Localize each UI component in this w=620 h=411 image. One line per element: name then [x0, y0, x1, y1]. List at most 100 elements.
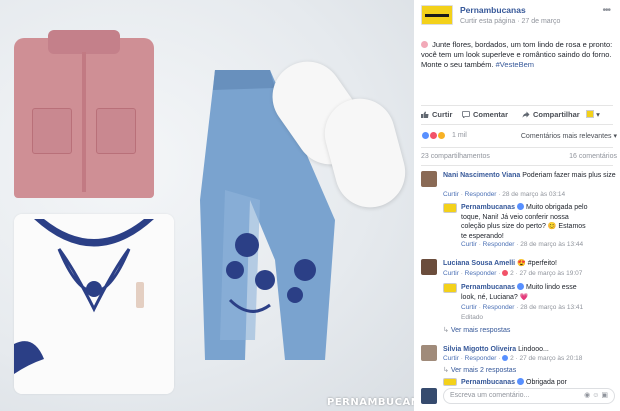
- comment-date[interactable]: 27 de março às 19:07: [519, 270, 582, 277]
- comment-reply-link[interactable]: Responder: [483, 241, 515, 248]
- reply-item: Pernambucanas Obrigada por: [421, 378, 617, 386]
- comment-author[interactable]: Luciana Sousa Amelli: [443, 260, 515, 267]
- shirt-placket: [82, 52, 86, 192]
- brand-watermark: PERNAMBUCANAS: [327, 397, 414, 408]
- share-count[interactable]: 23 compartilhamentos: [421, 153, 490, 160]
- comment-reply-link[interactable]: Responder: [465, 355, 497, 362]
- wow-reaction-icon: [437, 131, 446, 140]
- comment-author[interactable]: Pernambucanas: [461, 284, 515, 291]
- reply-arrow-icon: ↳: [443, 327, 449, 334]
- post-photo[interactable]: PERNAMBUCANAS: [0, 0, 414, 411]
- comment-meta: Curtir · Responder · 28 de março às 13:4…: [461, 304, 584, 311]
- shirt-pocket-left: [32, 108, 72, 154]
- view-more-replies-link[interactable]: ↳ Ver mais 2 respostas: [443, 366, 516, 374]
- comment-meta: Curtir · Responder · 28 de março às 13:4…: [461, 241, 584, 248]
- shirt-collar: [48, 30, 120, 54]
- comment-text: Poderiam fazer mais plus size: [522, 172, 616, 179]
- comment-sort-dropdown[interactable]: Comentários mais relevantes ▾: [521, 132, 617, 140]
- reply-item: Pernambucanas Muito obrigada pelo toque,…: [421, 203, 617, 253]
- comment-item: Silvia Migotto Oliveira Lindooo... Curti…: [421, 345, 617, 367]
- comment-text: 😍 #perfeito!: [517, 260, 557, 267]
- comment-text: Lindooo...: [518, 346, 549, 353]
- post-options-icon[interactable]: •••: [602, 5, 610, 16]
- shirt-pocket-right: [96, 108, 136, 154]
- comment-date[interactable]: 28 de março às 13:44: [520, 241, 583, 248]
- comment-body: Silvia Migotto Oliveira Lindooo...: [443, 345, 617, 355]
- page-avatar-logo[interactable]: [421, 5, 453, 25]
- comment-like-link[interactable]: Curtir: [461, 241, 477, 248]
- avatar[interactable]: [443, 283, 457, 293]
- like-button[interactable]: Curtir: [421, 110, 452, 119]
- share-button[interactable]: Compartilhar: [522, 110, 580, 119]
- comment-count[interactable]: 16 comentários: [569, 153, 617, 160]
- comment-body: Pernambucanas Muito lindo esse look, né,…: [461, 283, 589, 302]
- comment-body: Pernambucanas Obrigada por: [461, 378, 611, 386]
- avatar[interactable]: [421, 259, 437, 275]
- pink-shirt: [14, 30, 154, 198]
- comment-meta: Curtir · Responder · 28 de março às 03:1…: [443, 191, 566, 198]
- comment-reply-link[interactable]: Responder: [465, 191, 497, 198]
- comment-author[interactable]: Pernambucanas: [461, 379, 515, 386]
- reactions-summary[interactable]: 1 mil Comentários mais relevantes ▾: [421, 131, 617, 143]
- like-reaction-icon: [502, 355, 509, 361]
- comment-like-link[interactable]: Curtir: [461, 304, 477, 311]
- comment-author[interactable]: Pernambucanas: [461, 204, 515, 211]
- comment-item: Nani Nascimento Viana Poderiam fazer mai…: [421, 171, 617, 201]
- comment-body: Pernambucanas Muito obrigada pelo toque,…: [461, 203, 589, 241]
- hashtag-link[interactable]: #VesteBem: [496, 60, 534, 69]
- comment-reaction-count[interactable]: 2: [510, 270, 514, 277]
- post-date[interactable]: 27 de março: [522, 18, 561, 25]
- comment-author[interactable]: Nani Nascimento Viana: [443, 172, 520, 179]
- like-page-link[interactable]: Curtir esta página: [460, 18, 515, 25]
- reply-arrow-icon: ↳: [443, 367, 449, 374]
- comment-button[interactable]: Comentar: [462, 110, 508, 119]
- view-more-replies-link[interactable]: ↳ Ver mais respostas: [443, 326, 510, 334]
- avatar[interactable]: [443, 378, 457, 386]
- comment-reply-link[interactable]: Responder: [483, 304, 515, 311]
- comment-body: Nani Nascimento Viana Poderiam fazer mai…: [443, 171, 617, 181]
- comment-reaction-count[interactable]: 2: [510, 355, 514, 362]
- love-reaction-icon: [502, 270, 509, 276]
- write-comment-bar: Escreva um comentário... ◉☺▣: [421, 386, 617, 406]
- avatar[interactable]: [421, 345, 437, 361]
- comment-meta: Curtir · Responder · 2 · 27 de março às …: [443, 270, 583, 277]
- camera-icon[interactable]: ◉: [584, 392, 592, 399]
- post-header: Pernambucanas Curtir esta página · 27 de…: [414, 0, 620, 32]
- post-stats: 23 compartilhamentos 16 comentários: [421, 153, 617, 160]
- comment-body: Luciana Sousa Amelli 😍 #perfeito!: [443, 259, 617, 269]
- comment-date[interactable]: 27 de março às 20:18: [519, 355, 582, 362]
- post-actions: Curtir Comentar Compartilhar ▾: [414, 107, 620, 123]
- share-arrow-icon: [522, 111, 530, 118]
- comment-like-link[interactable]: Curtir: [443, 270, 459, 277]
- comment-reply-link[interactable]: Responder: [465, 270, 497, 277]
- page-name-link[interactable]: Pernambucanas: [460, 5, 526, 15]
- avatar[interactable]: [421, 171, 437, 187]
- comment-input-icons: ◉☺▣: [584, 391, 610, 399]
- verified-badge-icon: [517, 283, 525, 290]
- comment-date[interactable]: 28 de março às 13:41: [520, 304, 583, 311]
- thumbs-up-icon: [421, 111, 429, 118]
- avatar: [421, 388, 437, 404]
- divider: [421, 165, 613, 166]
- avatar[interactable]: [443, 203, 457, 213]
- comment-author[interactable]: Silvia Migotto Oliveira: [443, 346, 516, 353]
- comment-like-link[interactable]: Curtir: [443, 355, 459, 362]
- flower-emoji-icon: [421, 41, 428, 48]
- comment-icon: [462, 111, 470, 118]
- reply-item: Pernambucanas Muito lindo esse look, né,…: [421, 283, 617, 323]
- post-meta: Curtir esta página · 27 de março: [460, 18, 560, 25]
- post-side-panel: Pernambucanas Curtir esta página · 27 de…: [414, 0, 620, 411]
- reaction-count[interactable]: 1 mil: [452, 132, 467, 139]
- comment-text: Obrigada por: [526, 379, 567, 386]
- comment-date[interactable]: 28 de março às 03:14: [502, 191, 565, 198]
- embroidered-tshirt: [14, 214, 174, 394]
- comment-like-link[interactable]: Curtir: [443, 191, 459, 198]
- emoji-icon[interactable]: ☺: [592, 392, 601, 399]
- comment-item: Luciana Sousa Amelli 😍 #perfeito! Curtir…: [421, 259, 617, 283]
- edited-label[interactable]: Editado: [461, 314, 483, 321]
- share-as-selector[interactable]: ▾: [586, 110, 600, 119]
- divider: [421, 147, 613, 148]
- verified-badge-icon: [517, 378, 525, 385]
- divider: [421, 105, 613, 106]
- gif-icon[interactable]: ▣: [601, 392, 610, 399]
